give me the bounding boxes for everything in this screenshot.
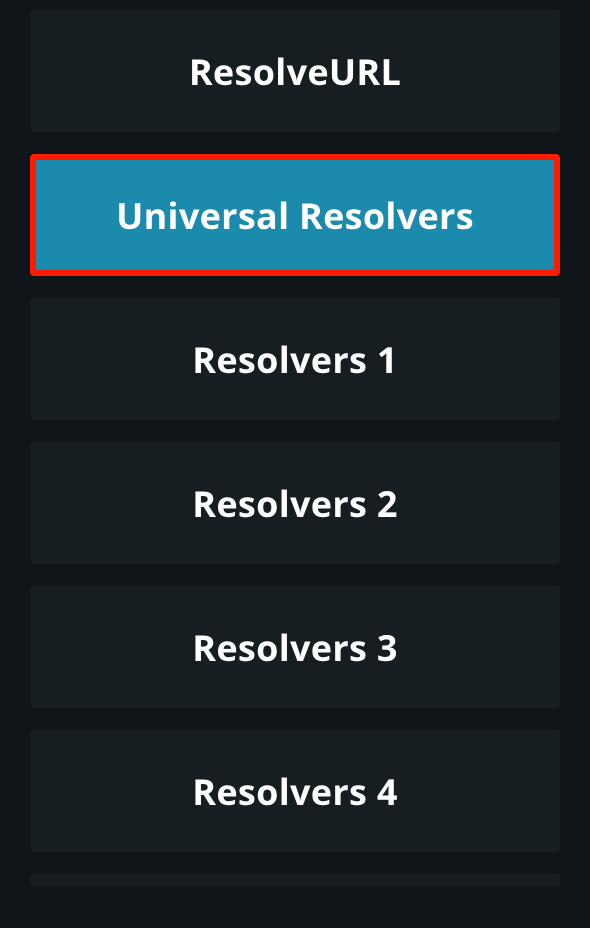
- menu-item-partial[interactable]: [30, 874, 560, 886]
- menu-item-label: Resolvers 4: [192, 767, 397, 816]
- menu-item-resolvers-1[interactable]: Resolvers 1: [30, 298, 560, 420]
- menu-item-resolveurl[interactable]: ResolveURL: [30, 10, 560, 132]
- menu-item-resolvers-4[interactable]: Resolvers 4: [30, 730, 560, 852]
- menu-list: ResolveURL Universal Resolvers Resolvers…: [30, 10, 560, 886]
- menu-item-label: Resolvers 3: [192, 623, 397, 672]
- menu-item-label: Resolvers 1: [192, 335, 397, 384]
- menu-item-label: Resolvers 2: [192, 479, 397, 528]
- menu-item-resolvers-3[interactable]: Resolvers 3: [30, 586, 560, 708]
- menu-item-resolvers-2[interactable]: Resolvers 2: [30, 442, 560, 564]
- menu-item-label: ResolveURL: [189, 47, 401, 96]
- menu-item-label: Universal Resolvers: [116, 191, 474, 240]
- menu-item-universal-resolvers[interactable]: Universal Resolvers: [30, 154, 560, 276]
